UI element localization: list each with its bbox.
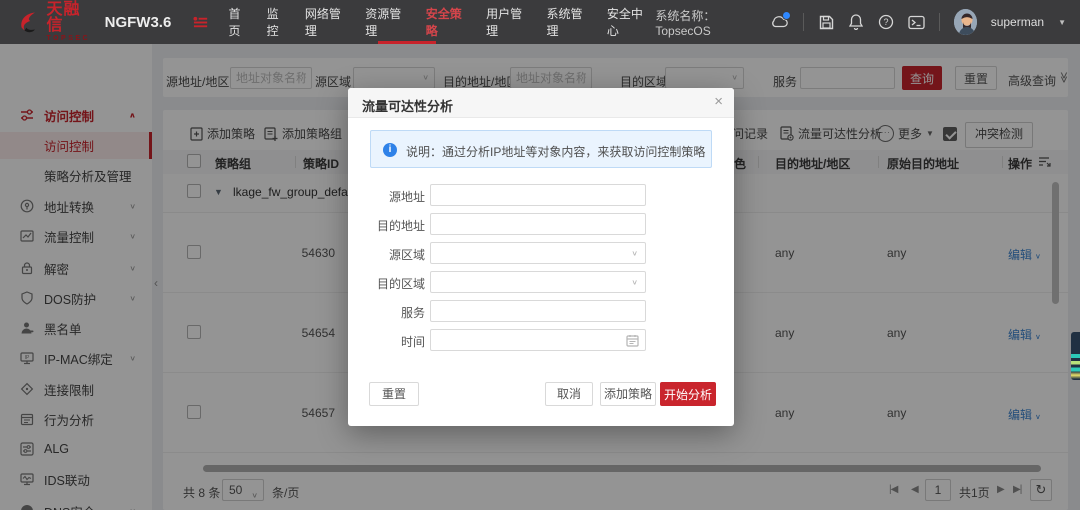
modal-dst-address-input[interactable] xyxy=(430,213,646,235)
modal-reset-button[interactable]: 重置 xyxy=(369,382,419,406)
info-text: 说明：通过分析IP地址等对象内容，来获取访问控制策略 xyxy=(406,143,705,160)
svg-text:?: ? xyxy=(883,17,888,27)
top-bar: 天融信 TOPSEC NGFW3.6 首页 监控 网络管理 资源管理 安全策略 … xyxy=(0,0,1080,44)
topsec-logo-icon xyxy=(16,8,42,36)
nav-security-center[interactable]: 安全中心 xyxy=(603,1,655,43)
nav-system[interactable]: 系统管理 xyxy=(543,1,595,43)
user-menu-caret-icon[interactable]: ▼ xyxy=(1058,18,1066,27)
notification-dot xyxy=(782,11,791,20)
modal-dst-zone-select[interactable]: ∨ xyxy=(430,271,646,293)
modal-cancel-button[interactable]: 取消 xyxy=(545,382,593,406)
divider xyxy=(803,13,804,31)
brand-name-en: TOPSEC xyxy=(46,35,94,42)
modal-service-input[interactable] xyxy=(430,300,646,322)
nav-security-policy[interactable]: 安全策略 xyxy=(422,1,474,43)
modal-header[interactable]: 流量可达性分析 × xyxy=(348,88,734,118)
dst-address-label: 目的地址 xyxy=(348,217,425,234)
modal-time-input[interactable] xyxy=(430,329,646,351)
avatar[interactable] xyxy=(954,9,977,35)
info-icon: i xyxy=(383,143,397,157)
system-name-label: 系统名称：TopsecOS xyxy=(655,7,757,38)
cloud-status-icon[interactable] xyxy=(771,13,789,31)
src-zone-label: 源区域 xyxy=(348,246,425,263)
dst-zone-label: 目的区域 xyxy=(348,275,425,292)
modal-src-zone-select[interactable]: ∨ xyxy=(430,242,646,264)
username[interactable]: superman xyxy=(991,15,1044,29)
bell-icon[interactable] xyxy=(848,13,864,31)
traffic-analysis-modal: 流量可达性分析 × i 说明：通过分析IP地址等对象内容，来获取访问控制策略 源… xyxy=(348,88,734,426)
quick-menu-icon[interactable] xyxy=(193,16,208,29)
app-window: 天融信 TOPSEC NGFW3.6 首页 监控 网络管理 资源管理 安全策略 … xyxy=(0,0,1080,510)
modal-start-analysis-button[interactable]: 开始分析 xyxy=(660,382,716,406)
brand-logo: 天融信 TOPSEC xyxy=(46,2,94,42)
product-version: NGFW3.6 xyxy=(105,14,172,31)
close-icon[interactable]: × xyxy=(714,94,723,109)
terminal-icon[interactable] xyxy=(908,13,925,31)
chevron-down-icon: ∨ xyxy=(631,278,638,287)
main-nav: 首页 监控 网络管理 资源管理 安全策略 用户管理 系统管理 安全中心 xyxy=(224,1,655,43)
nav-monitor[interactable]: 监控 xyxy=(263,1,293,43)
info-banner: i 说明：通过分析IP地址等对象内容，来获取访问控制策略 xyxy=(370,130,712,168)
nav-resource[interactable]: 资源管理 xyxy=(361,1,413,43)
modal-src-address-input[interactable] xyxy=(430,184,646,206)
top-bar-right: 系统名称：TopsecOS ? superman ▼ xyxy=(655,7,1080,38)
chevron-down-icon: ∨ xyxy=(631,249,638,258)
calendar-icon xyxy=(626,334,639,347)
nav-network[interactable]: 网络管理 xyxy=(301,1,353,43)
modal-title: 流量可达性分析 xyxy=(362,96,453,115)
nav-user[interactable]: 用户管理 xyxy=(482,1,534,43)
service-label: 服务 xyxy=(348,304,425,321)
time-label: 时间 xyxy=(348,333,425,350)
src-address-label: 源地址 xyxy=(348,188,425,205)
brand-name-cn: 天融信 xyxy=(46,2,94,34)
save-icon[interactable] xyxy=(818,13,834,31)
floating-widget[interactable] xyxy=(1071,332,1080,380)
help-icon[interactable]: ? xyxy=(878,13,894,31)
modal-add-policy-button[interactable]: 添加策略 xyxy=(600,382,656,406)
divider xyxy=(939,13,940,31)
nav-home[interactable]: 首页 xyxy=(224,1,254,43)
